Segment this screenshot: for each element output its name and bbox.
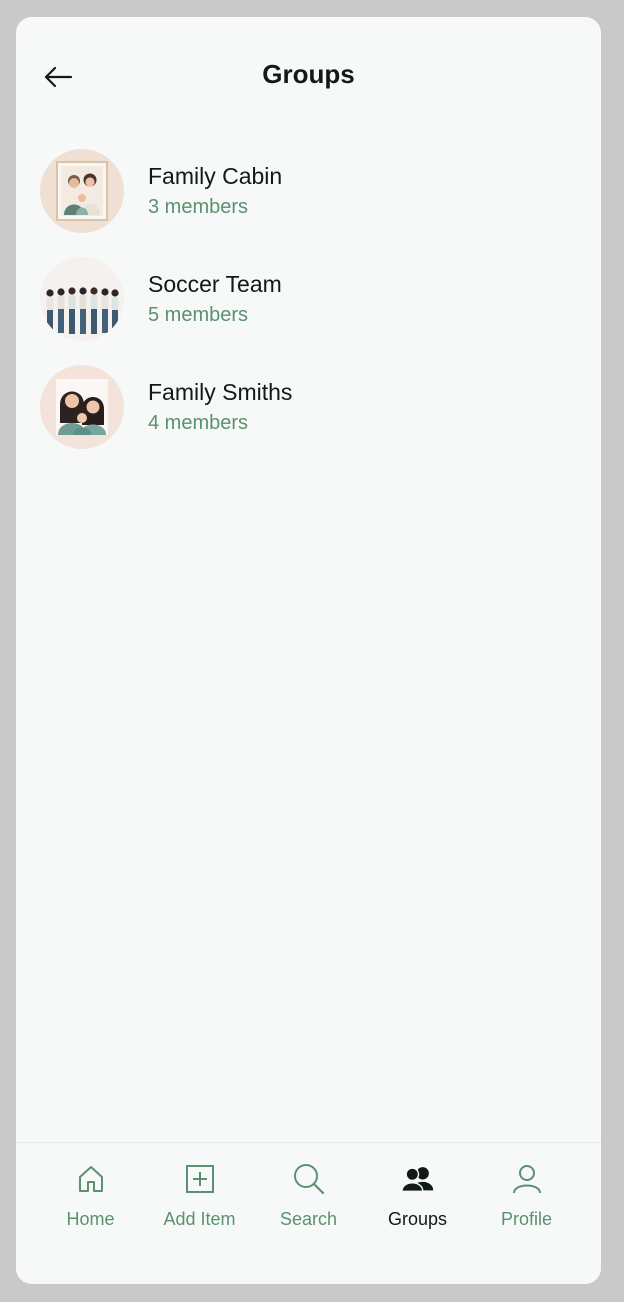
group-item-family-cabin[interactable]: Family Cabin 3 members xyxy=(16,137,601,245)
group-name: Soccer Team xyxy=(148,271,282,297)
bottom-nav: Home Add Item Search Groups Profile xyxy=(16,1142,601,1284)
nav-search[interactable]: Search xyxy=(259,1143,359,1284)
nav-search-label: Search xyxy=(279,1209,338,1229)
nav-add-item-label: Add Item xyxy=(163,1209,236,1229)
group-text: Soccer Team 5 members xyxy=(148,269,282,329)
group-name: Family Smiths xyxy=(148,379,293,405)
nav-groups[interactable]: Groups xyxy=(368,1143,468,1284)
group-text: Family Cabin 3 members xyxy=(148,161,282,221)
page-title: Groups xyxy=(262,59,355,89)
nav-profile[interactable]: Profile xyxy=(477,1143,577,1284)
nav-add-item[interactable]: Add Item xyxy=(150,1143,250,1284)
nav-groups-label: Groups xyxy=(387,1209,448,1229)
nav-home-label: Home xyxy=(66,1209,115,1229)
plus-square-icon xyxy=(182,1161,218,1197)
group-list: Family Cabin 3 members Soccer Team 5 mem… xyxy=(16,137,601,461)
search-icon xyxy=(291,1161,327,1197)
group-item-family-smiths[interactable]: Family Smiths 4 members xyxy=(16,353,601,461)
home-icon xyxy=(73,1161,109,1197)
nav-home[interactable]: Home xyxy=(41,1143,141,1284)
group-avatar xyxy=(40,149,124,233)
user-icon xyxy=(509,1161,545,1197)
group-member-count: 4 members xyxy=(148,412,249,434)
app-screen: Groups Family Cabin 3 members Soccer Tea… xyxy=(16,17,601,1284)
group-member-count: 5 members xyxy=(148,304,249,326)
groups-icon xyxy=(400,1161,436,1197)
group-name: Family Cabin xyxy=(148,163,283,189)
group-item-soccer-team[interactable]: Soccer Team 5 members xyxy=(16,245,601,353)
group-text: Family Smiths 4 members xyxy=(148,377,292,437)
group-member-count: 3 members xyxy=(148,196,249,218)
group-avatar xyxy=(40,257,124,341)
group-avatar xyxy=(40,365,124,449)
nav-profile-label: Profile xyxy=(500,1209,553,1229)
top-bar: Groups xyxy=(16,17,601,127)
